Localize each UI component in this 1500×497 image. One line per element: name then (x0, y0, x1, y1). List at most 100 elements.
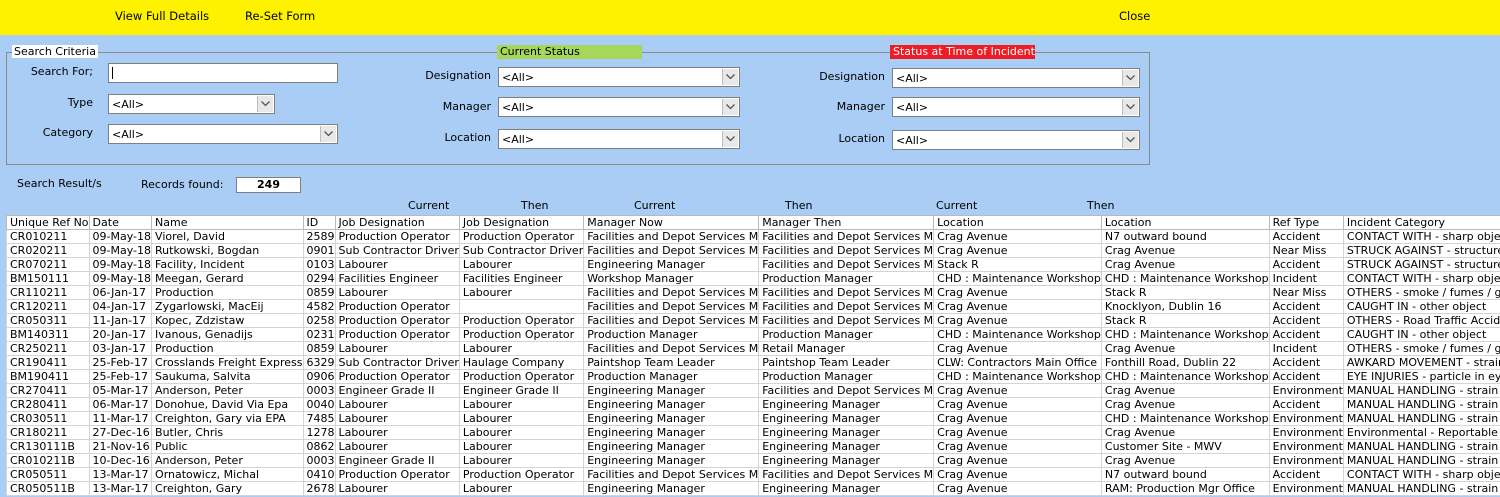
table-cell[interactable]: 0103 (302, 257, 336, 272)
table-cell[interactable]: Environment (1268, 453, 1344, 468)
table-cell[interactable]: MANUAL HANDLING - strain / sprain (1342, 453, 1500, 468)
table-cell[interactable]: 09-May-18 (88, 243, 153, 258)
column-header[interactable]: Name (151, 215, 304, 230)
table-cell[interactable]: 7485 (302, 411, 336, 426)
table-cell[interactable]: 0901 (302, 243, 336, 258)
table-cell[interactable]: Haulage Company (458, 355, 585, 370)
table-cell[interactable]: Crag Avenue (1100, 383, 1270, 398)
table-cell[interactable]: Facilities Engineer (458, 271, 585, 286)
table-cell[interactable]: 0258 (302, 313, 336, 328)
table-cell[interactable]: CHD : Maintenance Workshop (1100, 327, 1270, 342)
table-cell[interactable]: Ivanous, Genadijs (151, 327, 304, 342)
table-cell[interactable]: Crag Avenue (1100, 425, 1270, 440)
table-cell[interactable]: RAM: Production Mgr Office (1100, 481, 1270, 496)
table-row[interactable]: CR250211 03-Jan-17 Production 0859 Labourer L… (6, 341, 1500, 356)
table-cell[interactable]: Production Manager (583, 369, 760, 384)
chevron-down-icon[interactable] (722, 69, 738, 85)
table-cell[interactable]: Labourer (458, 481, 585, 496)
table-cell[interactable]: Crag Avenue (933, 341, 1102, 356)
table-cell[interactable]: MANUAL HANDLING - strain / sprain (1342, 397, 1500, 412)
column-header[interactable]: Date (88, 215, 153, 230)
table-cell[interactable]: Paintshop Team Leader (583, 355, 760, 370)
close-button[interactable]: Close (1119, 9, 1150, 23)
table-cell[interactable]: OTHERS - smoke / fumes / gas inhalatio (1342, 285, 1500, 300)
column-header[interactable]: Job Designation (458, 215, 585, 230)
table-cell[interactable]: Facilities and Depot Services M (583, 299, 760, 314)
table-cell[interactable]: CHD : Maintenance Workshop (1100, 271, 1270, 286)
table-cell[interactable]: Accident (1268, 257, 1344, 272)
table-cell[interactable]: 25-Feb-17 (88, 355, 153, 370)
table-cell[interactable]: Environment (1268, 481, 1344, 496)
table-cell[interactable]: N7 outward bound (1100, 467, 1270, 482)
table-cell[interactable]: Crag Avenue (933, 299, 1102, 314)
table-row[interactable]: BM140311 20-Jan-17 Ivanous, Genadijs 0231 Pr… (6, 327, 1500, 342)
table-cell[interactable]: 1278 (302, 425, 336, 440)
table-cell[interactable]: Engineering Manager (758, 439, 935, 454)
table-cell[interactable]: Accident (1268, 229, 1344, 244)
column-header[interactable]: Incident Category (1342, 215, 1500, 230)
table-cell[interactable]: Engineering Manager (583, 383, 760, 398)
table-cell[interactable]: 27-Dec-16 (88, 425, 153, 440)
table-cell[interactable]: Facilities Engineer (334, 271, 460, 286)
table-cell[interactable]: Production (151, 341, 304, 356)
column-header[interactable]: Ref Type (1268, 215, 1344, 230)
table-cell[interactable]: N7 outward bound (1100, 229, 1270, 244)
table-cell[interactable]: Labourer (458, 439, 585, 454)
table-cell[interactable]: 0859 (302, 285, 336, 300)
table-cell[interactable]: OTHERS - smoke / fumes / gas inhalatio (1342, 341, 1500, 356)
table-cell[interactable]: MANUAL HANDLING - strain / sprain (1342, 411, 1500, 426)
table-cell[interactable]: MANUAL HANDLING - strain / sprain (1342, 439, 1500, 454)
table-cell[interactable]: CONTACT WITH - sharp object (1342, 271, 1500, 286)
table-cell[interactable]: Engineer Grade II (334, 453, 460, 468)
table-cell[interactable]: Crag Avenue (933, 285, 1102, 300)
table-cell[interactable]: Saukuma, Salvita (151, 369, 304, 384)
table-cell[interactable]: Engineering Manager (583, 397, 760, 412)
table-cell[interactable]: Labourer (334, 397, 460, 412)
table-cell[interactable]: Creighton, Gary via EPA (151, 411, 304, 426)
table-cell[interactable]: Production Operator (458, 467, 585, 482)
view-full-details-button[interactable]: View Full Details (115, 9, 209, 23)
table-cell[interactable]: Crag Avenue (933, 467, 1102, 482)
column-header[interactable]: Location (1100, 215, 1270, 230)
table-cell[interactable]: Production Operator (458, 229, 585, 244)
column-header[interactable]: Manager Then (758, 215, 935, 230)
table-cell[interactable]: Engineering Manager (583, 481, 760, 496)
table-cell[interactable]: 6329 (302, 355, 336, 370)
table-cell[interactable]: CR010211 (6, 229, 90, 244)
current-location-select[interactable]: <All> (498, 129, 740, 149)
table-cell[interactable]: CR010211B (6, 453, 90, 468)
table-cell[interactable]: Anderson, Peter (151, 383, 304, 398)
table-cell[interactable]: 2678 (302, 481, 336, 496)
table-cell[interactable]: Crag Avenue (1100, 453, 1270, 468)
table-row[interactable]: CR020211 09-May-18 Rutkowski, Bogdan 0901 Su… (6, 243, 1500, 258)
table-cell[interactable]: Labourer (334, 425, 460, 440)
table-cell[interactable]: Production Operator (334, 299, 460, 314)
current-manager-select[interactable]: <All> (498, 97, 740, 117)
table-cell[interactable]: 13-Mar-17 (88, 481, 153, 496)
table-cell[interactable]: Rutkowski, Bogdan (151, 243, 304, 258)
table-cell[interactable]: CLW: Contractors Main Office (933, 355, 1102, 370)
table-cell[interactable]: Labourer (334, 257, 460, 272)
table-cell[interactable]: Customer Site - MWV (1100, 439, 1270, 454)
table-cell[interactable]: Stack R (933, 257, 1102, 272)
chevron-down-icon[interactable] (257, 96, 273, 112)
table-cell[interactable]: 4582 (302, 299, 336, 314)
table-cell[interactable]: 11-Mar-17 (88, 411, 153, 426)
table-cell[interactable]: BM140311 (6, 327, 90, 342)
table-cell[interactable]: Crag Avenue (933, 313, 1102, 328)
table-cell[interactable]: Engineering Manager (583, 439, 760, 454)
chevron-down-icon[interactable] (1122, 132, 1138, 148)
table-cell[interactable]: OTHERS - Road Traffic Accident (1342, 313, 1500, 328)
table-cell[interactable]: Production (151, 285, 304, 300)
table-cell[interactable]: 09-May-18 (88, 271, 153, 286)
table-row[interactable]: CR070211 09-May-18 Facility, Incident 0103 L… (6, 257, 1500, 272)
table-cell[interactable]: Crag Avenue (933, 229, 1102, 244)
current-designation-select[interactable]: <All> (498, 67, 740, 87)
table-cell[interactable]: Sub Contractor Driver (334, 355, 460, 370)
table-cell[interactable]: Sub Contractor Driver (334, 243, 460, 258)
table-cell[interactable]: CR050511B (6, 481, 90, 496)
table-cell[interactable]: Facilities and Depot Services M (758, 229, 935, 244)
table-cell[interactable]: Crag Avenue (1100, 257, 1270, 272)
table-cell[interactable]: CHD : Maintenance Workshop (933, 327, 1102, 342)
table-cell[interactable]: Labourer (458, 397, 585, 412)
